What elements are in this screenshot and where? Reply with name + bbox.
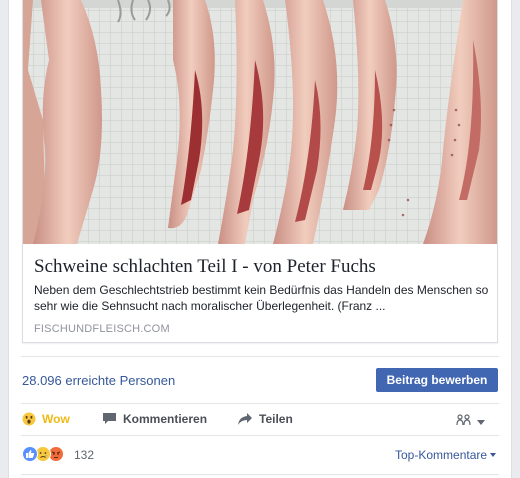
link-title[interactable]: Schweine schlachten Teil I - von Peter F… — [34, 256, 376, 278]
boost-post-button[interactable]: Beitrag bewerben — [376, 368, 498, 392]
caret-down-icon — [490, 453, 497, 457]
divider — [21, 474, 499, 475]
share-label: Teilen — [259, 412, 293, 426]
link-preview-body[interactable]: Schweine schlachten Teil I - von Peter F… — [23, 244, 497, 342]
comment-icon — [102, 412, 117, 426]
comment-label: Kommentieren — [123, 412, 208, 426]
link-description: Neben dem Geschlechtstrieb bestimmt kein… — [34, 283, 489, 313]
people-icon — [456, 413, 472, 431]
cold-room-photo — [23, 0, 497, 244]
wow-label: Wow — [42, 412, 70, 426]
reactions-summary: 132 Top-Kommentare — [9, 442, 513, 468]
reach-count-link[interactable]: 28.096 erreichte Personen — [22, 373, 175, 388]
audience-selector[interactable] — [456, 413, 485, 431]
share-button[interactable]: Teilen — [237, 404, 293, 434]
comment-button[interactable]: Kommentieren — [102, 404, 207, 434]
link-preview-card[interactable]: Schweine schlachten Teil I - von Peter F… — [22, 0, 498, 343]
divider — [21, 356, 499, 357]
comment-sort-dropdown[interactable]: Top-Kommentare — [395, 448, 497, 462]
action-bar: Wow Kommentieren Teilen — [9, 404, 513, 434]
reaction-count[interactable]: 132 — [74, 448, 94, 462]
wow-icon — [22, 412, 36, 426]
divider — [21, 435, 499, 436]
reaction-icons[interactable] — [22, 446, 74, 464]
link-domain: FISCHUNDFLEISCH.COM — [34, 323, 170, 335]
post-card: Schweine schlachten Teil I - von Peter F… — [8, 0, 512, 478]
like-icon — [22, 446, 38, 462]
link-preview-image[interactable] — [23, 0, 497, 244]
share-icon — [237, 412, 253, 426]
comment-sort-label: Top-Kommentare — [395, 448, 488, 462]
chevron-down-icon — [477, 419, 485, 425]
wow-reaction-button[interactable]: Wow — [22, 404, 70, 434]
